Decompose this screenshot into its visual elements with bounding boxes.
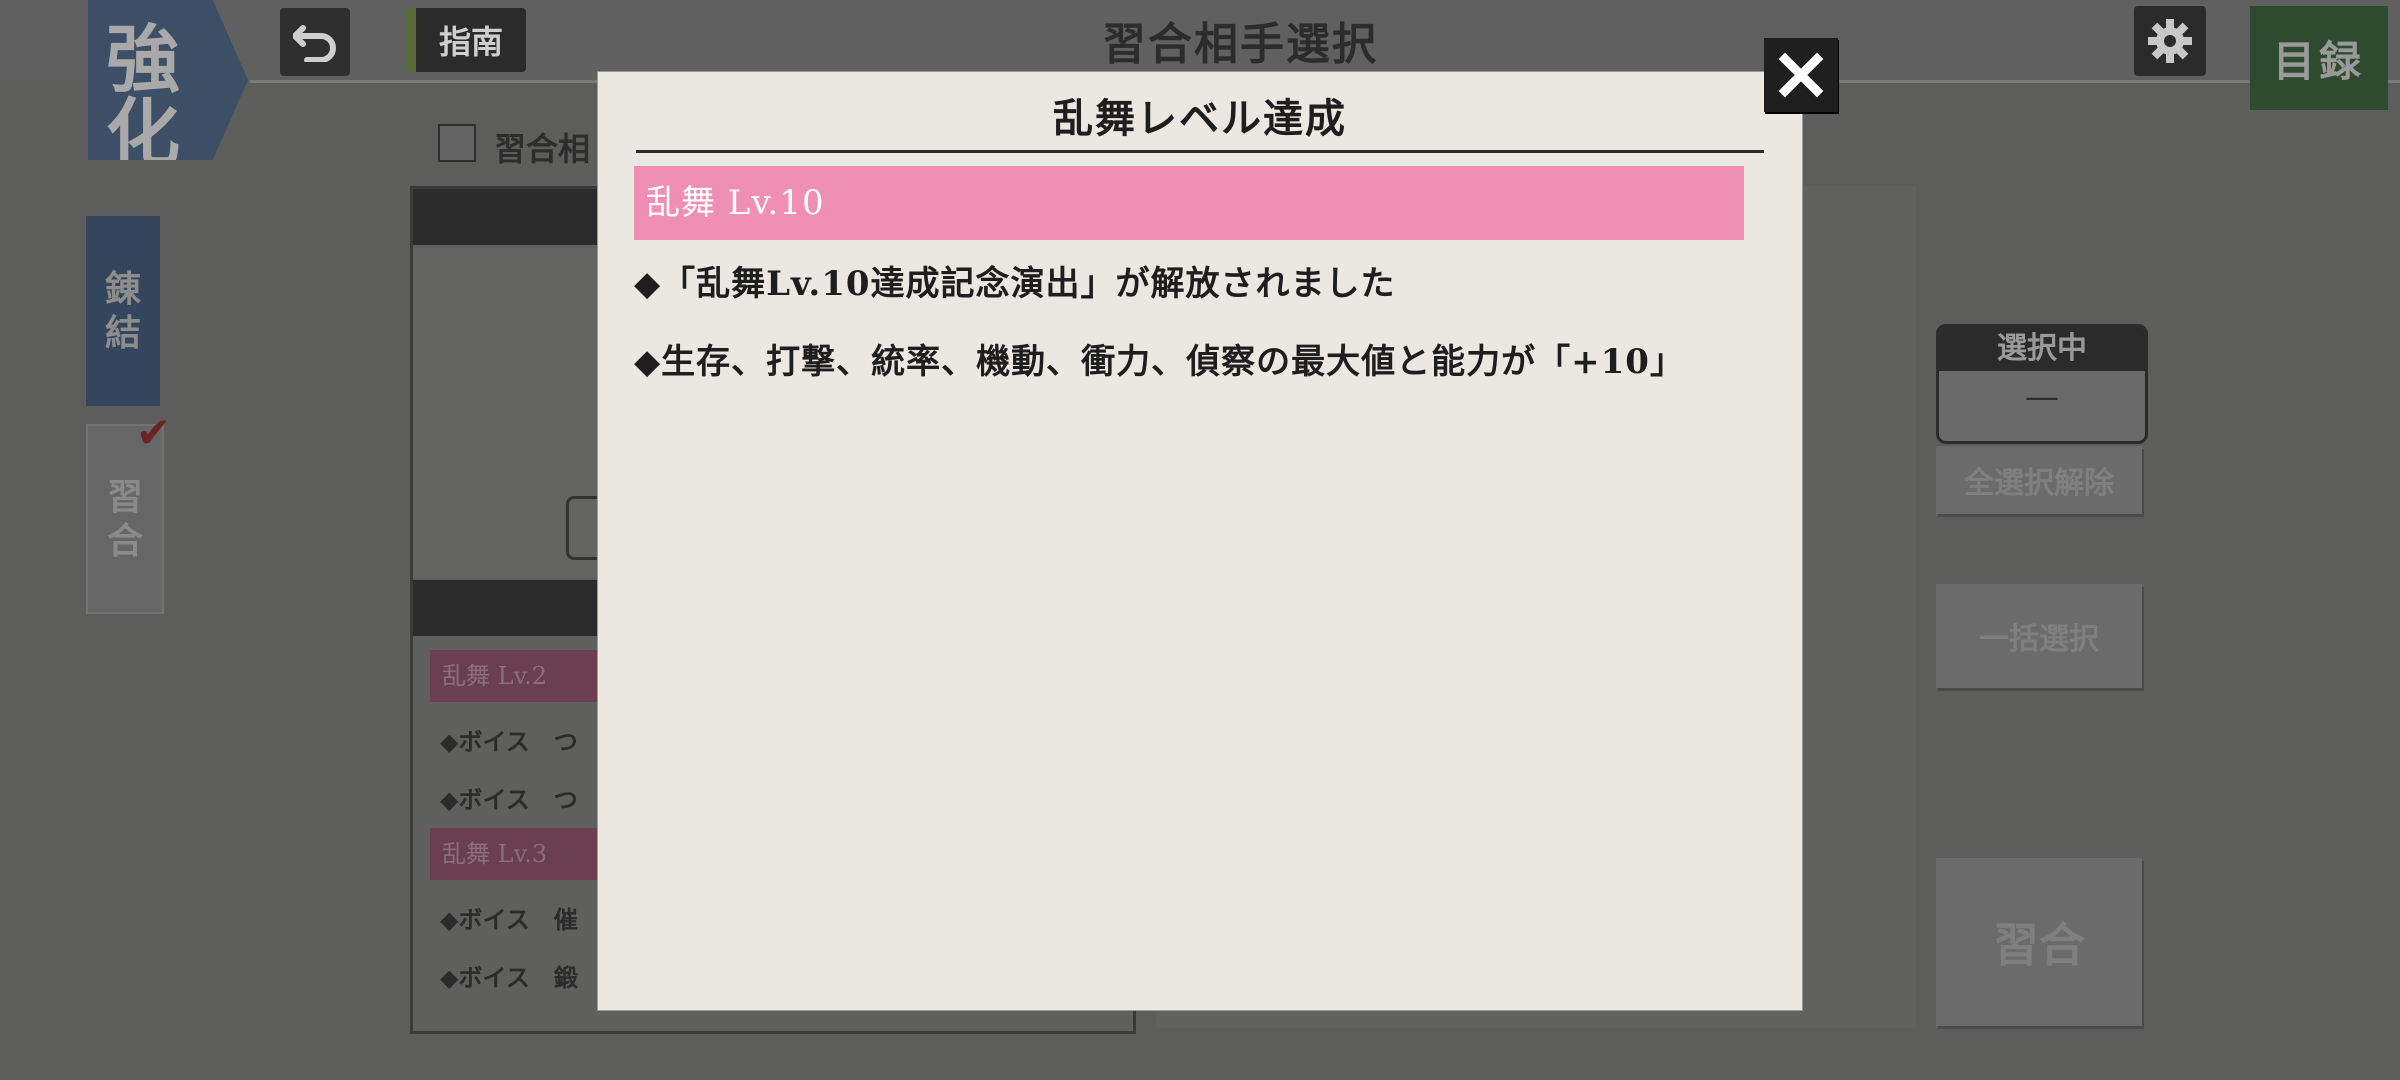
catalog-button[interactable]: 目録: [2250, 6, 2388, 110]
category-char-2: 化: [106, 91, 180, 177]
close-x-icon: [1778, 52, 1824, 98]
selected-header: 選択中: [1939, 327, 2145, 371]
selected-value: —: [2025, 377, 2059, 417]
train-button[interactable]: 習合: [1936, 858, 2142, 1026]
reward-line: ◆生存、打撃、統率、機動、衝力、偵察の最大値と能力が「+10」: [634, 342, 1685, 382]
list-item: ◆ボイス つ: [440, 785, 578, 814]
bulk-select-button[interactable]: 一括選択: [1936, 584, 2142, 688]
screen-title: 習合相手選択: [1102, 19, 1378, 70]
level-banner: 乱舞 Lv.10: [634, 166, 1744, 240]
list-item: ◆ボイス つ: [440, 727, 578, 756]
selected-count-box: 選択中 —: [1936, 324, 2148, 444]
side-tab-train-char-2: 合: [106, 520, 143, 562]
side-tab-link-char-1: 錬: [104, 268, 141, 310]
reward-line: ◆「乱舞Lv.10達成記念演出」が解放されました: [634, 264, 1396, 304]
filter-checkbox[interactable]: [438, 124, 476, 162]
filter-label: 習合相: [494, 130, 591, 168]
back-arrow-icon: [293, 25, 336, 62]
list-item: ◆ボイス 鍛: [440, 963, 578, 992]
dialog-title-divider: [636, 150, 1764, 153]
guide-button[interactable]: 指南: [406, 8, 526, 72]
dialog-close-button[interactable]: [1764, 38, 1838, 112]
gear-icon: [2148, 19, 2192, 63]
side-tab-train-char-1: 習: [106, 476, 143, 518]
side-tab-link-char-2: 結: [104, 312, 141, 354]
list-item: ◆ボイス 催: [440, 905, 578, 934]
back-button[interactable]: [280, 8, 350, 76]
dialog-title: 乱舞レベル達成: [1053, 95, 1347, 142]
checkmark-icon: ✔: [136, 408, 172, 457]
side-tab-link[interactable]: 錬 結: [86, 216, 160, 406]
settings-button[interactable]: [2134, 6, 2206, 76]
clear-all-selection-button[interactable]: 全選択解除: [1936, 446, 2142, 514]
